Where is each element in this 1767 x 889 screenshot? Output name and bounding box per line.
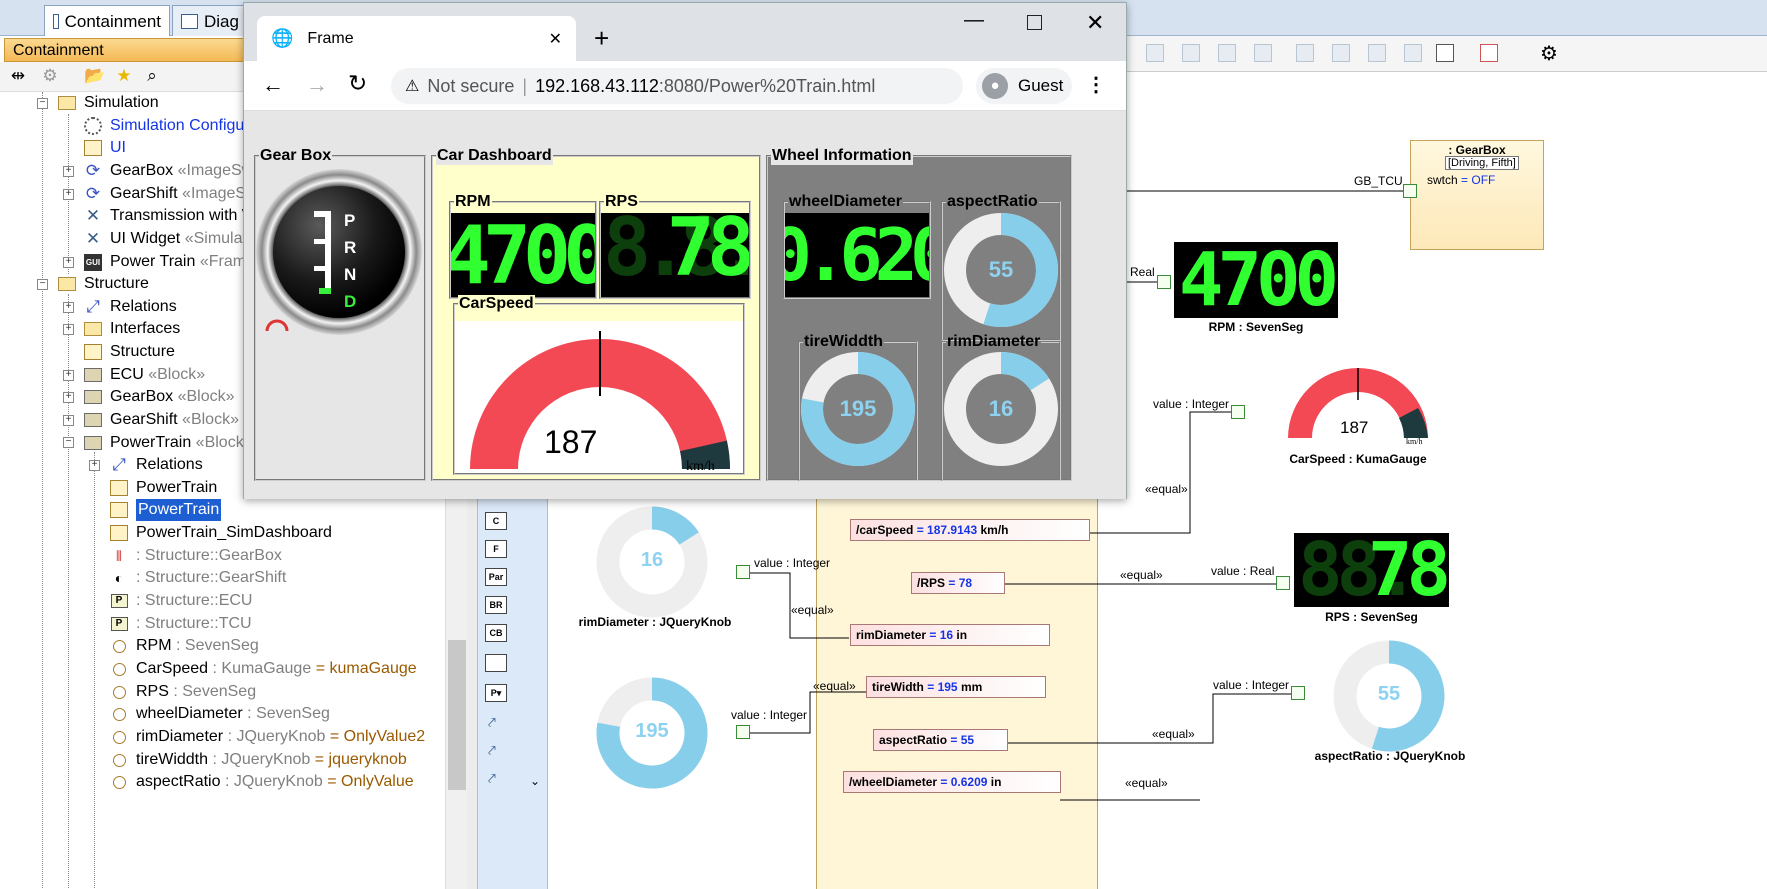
tire-value-property[interactable]: tireWidth = 195 mm bbox=[866, 676, 1046, 698]
back-icon[interactable]: ← bbox=[262, 72, 284, 98]
window-close-icon[interactable]: ✕ bbox=[1086, 10, 1104, 36]
profile-name: Guest bbox=[1018, 76, 1064, 95]
aspect-port[interactable] bbox=[1291, 686, 1305, 700]
diagram-tire-value: 195 bbox=[635, 720, 669, 742]
diagram-carspeed-unit: km/h bbox=[1406, 437, 1423, 446]
rim-port[interactable] bbox=[736, 565, 750, 579]
tire-port[interactable] bbox=[736, 725, 750, 739]
connector-aspect bbox=[1008, 693, 1292, 744]
url-bar[interactable]: ⚠ Not secure | 192.168.43.112:8080/Power… bbox=[391, 68, 963, 104]
carspeed-equal-label: «equal» bbox=[1145, 482, 1188, 496]
browser-tab-title: Frame bbox=[307, 29, 354, 47]
diagram-rps-caption: RPS : SevenSeg bbox=[1325, 610, 1418, 624]
rpm-port[interactable] bbox=[1157, 275, 1171, 289]
carspeed-type-label: value : Integer bbox=[1153, 397, 1230, 411]
gb-tcu-port[interactable] bbox=[1403, 184, 1417, 198]
profile-button[interactable]: ● Guest bbox=[976, 68, 1072, 104]
aspect-value-property[interactable]: aspectRatio = 55 bbox=[873, 729, 1008, 751]
maximize-icon[interactable] bbox=[1027, 15, 1042, 30]
forward-icon[interactable]: → bbox=[306, 72, 328, 98]
page-viewport: Gear Box P R N D Car Dashboard RPM 4700 … bbox=[244, 111, 1126, 499]
aspect-equal-label: «equal» bbox=[1152, 727, 1195, 741]
tire-equal-label: «equal» bbox=[813, 679, 856, 693]
diagram-aspect-caption: aspectRatio : JQueryKnob bbox=[1314, 749, 1466, 763]
rimdiameter-value[interactable]: 16 bbox=[956, 396, 1046, 422]
tirewiddth-value[interactable]: 195 bbox=[813, 396, 903, 422]
gearbox-switch-property: swtch = OFF bbox=[1427, 173, 1496, 187]
diagram-rim-caption: rimDiameter : JQueryKnob bbox=[578, 615, 732, 629]
rim-value-property[interactable]: rimDiameter = 16 in bbox=[850, 624, 1050, 646]
wheel-value-property[interactable]: /wheelDiameter = 0.6209 in bbox=[843, 771, 1061, 793]
reload-icon[interactable]: ↻ bbox=[348, 70, 367, 97]
rps-port[interactable] bbox=[1276, 576, 1290, 590]
diagram-aspect-value: 55 bbox=[1377, 683, 1401, 705]
carspeed-port[interactable] bbox=[1231, 405, 1245, 419]
gearbox-state-label: [Driving, Fifth] bbox=[1445, 156, 1519, 170]
new-tab-icon[interactable]: + bbox=[594, 23, 609, 54]
rps-equal-label: «equal» bbox=[1120, 568, 1163, 582]
diagram-rim-value: 16 bbox=[640, 549, 664, 571]
diagram-rps-display: 88. 78 bbox=[1294, 533, 1449, 607]
rps-value-property[interactable]: /RPS = 78 bbox=[911, 572, 1005, 594]
warning-icon: ⚠ bbox=[405, 78, 420, 95]
tire-type-label: value : Integer bbox=[731, 708, 808, 722]
real-type-label: Real bbox=[1130, 265, 1155, 279]
gearbox-part[interactable]: : GearBox [Driving, Fifth] swtch = OFF bbox=[1410, 140, 1544, 250]
diagram-carspeed-value: 187 bbox=[1340, 418, 1369, 437]
gb-tcu-label: GB_TCU bbox=[1354, 174, 1403, 188]
aspect-type-label: value : Integer bbox=[1213, 678, 1290, 692]
wheel-equal-label: «equal» bbox=[1125, 776, 1168, 790]
rim-equal-label: «equal» bbox=[791, 603, 834, 617]
aspectratio-value[interactable]: 55 bbox=[956, 257, 1046, 283]
close-tab-icon[interactable]: ✕ bbox=[549, 29, 562, 49]
browser-window: 🌐 Frame ✕ + — ✕ ← → ↻ ⚠ Not secure | 192… bbox=[243, 2, 1127, 499]
avatar-icon: ● bbox=[982, 73, 1008, 99]
diagram-rpm-display: 4700 bbox=[1174, 242, 1338, 318]
rps-type-label: value : Real bbox=[1211, 564, 1275, 578]
carspeed-value-property[interactable]: /carSpeed = 187.9143 km/h bbox=[850, 519, 1090, 541]
wheel-knobs bbox=[801, 213, 1058, 466]
url-text: 192.168.43.112:8080/Power%20Train.html bbox=[535, 75, 876, 96]
globe-icon: 🌐 bbox=[271, 28, 294, 48]
not-secure-label: Not secure bbox=[427, 75, 515, 96]
menu-kebab-icon[interactable]: ⋮ bbox=[1086, 72, 1106, 97]
minimize-icon[interactable]: — bbox=[964, 9, 984, 32]
browser-tab[interactable]: 🌐 Frame ✕ bbox=[257, 16, 576, 61]
browser-toolbar: ← → ↻ ⚠ Not secure | 192.168.43.112:8080… bbox=[244, 61, 1126, 111]
diagram-rpm-caption: RPM : SevenSeg bbox=[1208, 320, 1304, 334]
gearbox-part-title: : GearBox bbox=[1448, 143, 1506, 157]
diagram-carspeed-caption: CarSpeed : KumaGauge bbox=[1289, 452, 1427, 466]
rim-type-label: value : Integer bbox=[754, 556, 831, 570]
diagram-rps-value: 78 bbox=[1367, 533, 1449, 607]
